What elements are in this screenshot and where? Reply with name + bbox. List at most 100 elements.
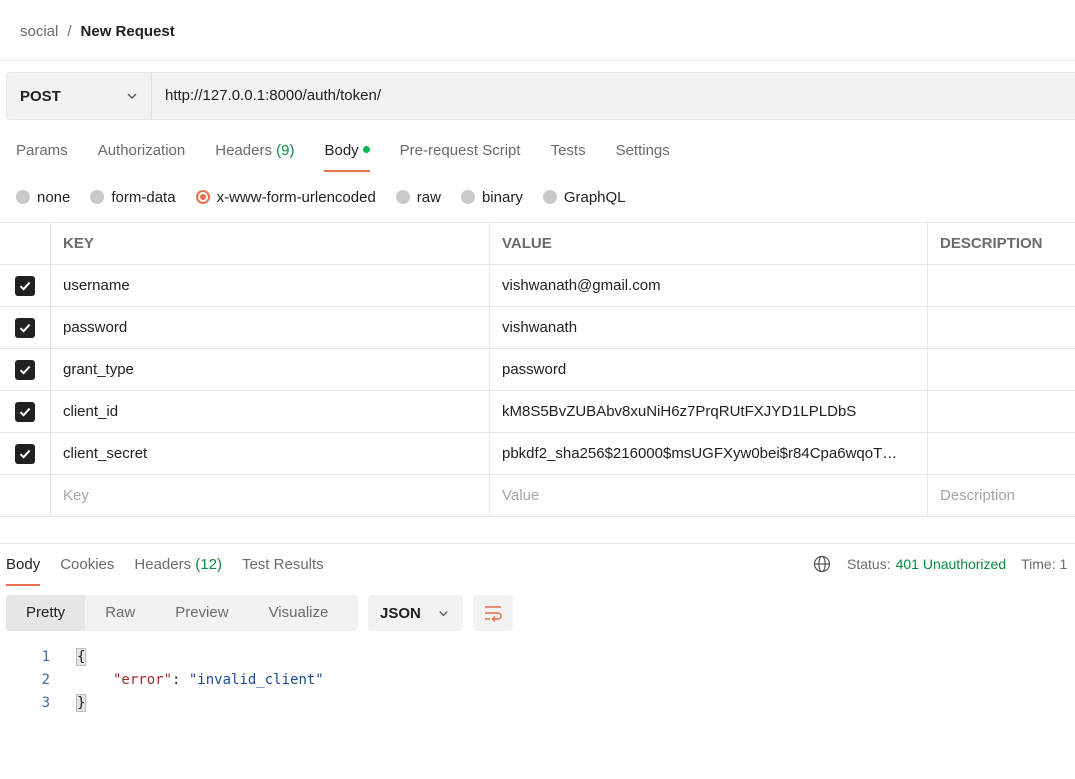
tab-headers[interactable]: Headers (9) — [215, 140, 294, 172]
description-cell[interactable] — [928, 349, 1075, 390]
table-row: username vishwanath@gmail.com — [0, 265, 1075, 307]
response-tab-body[interactable]: Body — [6, 554, 41, 586]
table-row: client_secret pbkdf2_sha256$216000$msUGF… — [0, 433, 1075, 475]
format-select[interactable]: JSON — [368, 595, 463, 631]
view-raw-button[interactable]: Raw — [85, 595, 155, 631]
new-description-input[interactable]: Description — [928, 475, 1075, 516]
response-body-editor[interactable]: 1 { 2 "error": "invalid_client" 3 } — [0, 646, 600, 715]
headers-count: (9) — [276, 142, 295, 159]
radio-label: form-data — [111, 188, 176, 206]
breadcrumb-collection[interactable]: social — [20, 23, 58, 40]
body-indicator-dot — [362, 145, 370, 153]
response-tabs: Body Cookies Headers (12) Test Results — [6, 554, 344, 586]
radio-selected-icon[interactable] — [195, 190, 210, 204]
radio-icon[interactable] — [16, 190, 30, 204]
view-mode-bar: Pretty Raw Preview Visualize — [6, 595, 358, 631]
header-check-cell — [0, 223, 51, 264]
view-pretty-button[interactable]: Pretty — [6, 595, 86, 631]
time-label[interactable]: Time: 1 — [1021, 556, 1067, 572]
chevron-down-icon — [127, 93, 137, 99]
value-text: pbkdf2_sha256$216000$msUGFXyw0bei$r84Cpa… — [502, 445, 898, 462]
tab-label: Settings — [615, 142, 670, 159]
body-type-graphql[interactable]: GraphQL — [542, 189, 626, 206]
method-label: POST — [20, 87, 61, 105]
tab-label: Test Results — [241, 556, 324, 573]
body-type-raw[interactable]: raw — [395, 189, 441, 206]
code-text: } — [75, 692, 87, 715]
body-type-urlencoded[interactable]: x-www-form-urlencoded — [195, 189, 376, 206]
value-text: kM8S5BvZUBAbv8xuNiH6z7PrqRUtFXJYD1LPLDbS — [502, 403, 857, 420]
code-line: 1 { — [0, 646, 600, 669]
code-text: { — [75, 646, 87, 669]
status-value[interactable]: 401 Unauthorized — [896, 556, 1007, 572]
value-cell[interactable]: kM8S5BvZUBAbv8xuNiH6z7PrqRUtFXJYD1LPLDbS — [490, 391, 928, 432]
column-header-key: KEY — [51, 223, 490, 264]
tab-tests[interactable]: Tests — [551, 140, 586, 172]
response-tab-cookies[interactable]: Cookies — [60, 554, 114, 586]
checkbox-checked-icon[interactable] — [15, 359, 35, 380]
description-cell[interactable] — [928, 307, 1075, 348]
checkbox-checked-icon[interactable] — [15, 443, 35, 464]
table-header-row: KEY VALUE DESCRIPTION — [0, 222, 1075, 265]
url-input[interactable]: http://127.0.0.1:8000/auth/token/ — [165, 87, 381, 104]
value-cell[interactable]: vishwanath@gmail.com — [490, 265, 928, 306]
value-text: vishwanath — [502, 319, 578, 336]
checkbox-checked-icon[interactable] — [15, 401, 35, 422]
body-type-options: none form-data x-www-form-urlencoded raw… — [16, 186, 646, 208]
response-tab-headers[interactable]: Headers (12) — [134, 554, 222, 586]
value-cell[interactable]: vishwanath — [490, 307, 928, 348]
tab-label: Body — [324, 142, 359, 159]
tab-pre-request-script[interactable]: Pre-request Script — [400, 140, 521, 172]
json-value: "invalid_client" — [188, 672, 324, 688]
radio-icon[interactable] — [460, 190, 475, 204]
value-cell[interactable]: password — [490, 349, 928, 390]
tab-body[interactable]: Body — [324, 140, 370, 172]
value-text: password — [502, 361, 567, 378]
new-value-input[interactable]: Value — [490, 475, 928, 516]
radio-icon[interactable] — [90, 190, 105, 204]
key-cell[interactable]: username — [51, 265, 490, 306]
chevron-down-icon — [439, 611, 448, 617]
format-label: JSON — [380, 604, 421, 622]
body-type-form-data[interactable]: form-data — [90, 188, 176, 206]
key-cell[interactable]: grant_type — [51, 349, 490, 390]
request-tabs: Params Authorization Headers (9) Body Pr… — [16, 140, 700, 172]
tab-label: Pre-request Script — [399, 142, 521, 159]
description-cell[interactable] — [928, 391, 1075, 432]
key-cell[interactable]: client_secret — [51, 433, 490, 474]
check-cell — [0, 475, 51, 516]
tab-authorization[interactable]: Authorization — [98, 140, 186, 172]
view-preview-button[interactable]: Preview — [155, 595, 248, 631]
tab-label: Headers — [215, 142, 272, 159]
key-cell[interactable]: client_id — [51, 391, 490, 432]
body-type-binary[interactable]: binary — [460, 189, 523, 206]
response-tab-test-results[interactable]: Test Results — [242, 554, 324, 586]
code-line: 3 } — [0, 692, 600, 715]
radio-icon[interactable] — [542, 190, 557, 204]
request-title[interactable]: New Request — [81, 23, 175, 40]
table-row: password vishwanath — [0, 307, 1075, 349]
column-header-value: VALUE — [490, 223, 928, 264]
checkbox-checked-icon[interactable] — [15, 275, 35, 296]
description-cell[interactable] — [928, 433, 1075, 474]
value-cell[interactable]: pbkdf2_sha256$216000$msUGFXyw0bei$r84Cpa… — [490, 433, 928, 474]
body-type-none[interactable]: none — [16, 189, 70, 206]
description-cell[interactable] — [928, 265, 1075, 306]
view-visualize-button[interactable]: Visualize — [249, 595, 349, 631]
open-brace: { — [75, 648, 87, 666]
tab-settings[interactable]: Settings — [616, 140, 670, 172]
radio-icon[interactable] — [395, 190, 410, 204]
checkbox-checked-icon[interactable] — [15, 317, 35, 338]
check-cell — [0, 349, 51, 390]
tab-params[interactable]: Params — [16, 140, 68, 172]
new-key-input[interactable]: Key — [51, 475, 490, 516]
wrap-lines-button[interactable] — [473, 595, 513, 631]
tab-label: Params — [16, 142, 68, 159]
line-number: 1 — [41, 649, 50, 665]
breadcrumb-separator: / — [67, 22, 72, 40]
value-text: vishwanath@gmail.com — [502, 277, 661, 294]
line-number: 3 — [41, 695, 50, 711]
key-cell[interactable]: password — [51, 307, 490, 348]
method-select[interactable]: POST — [7, 73, 152, 119]
globe-icon[interactable] — [813, 555, 831, 573]
